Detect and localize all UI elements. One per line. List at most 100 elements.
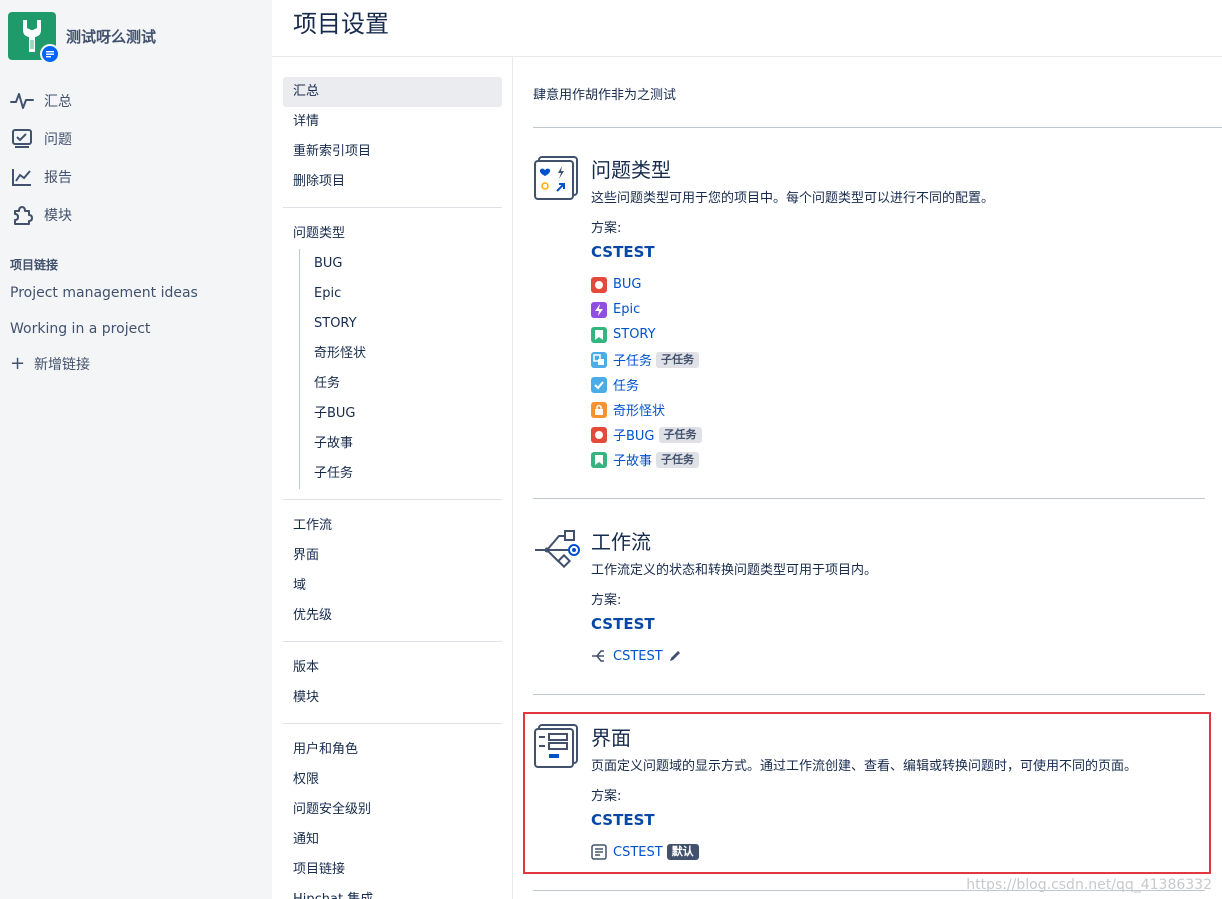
project-link-item[interactable]: Working in a project bbox=[10, 321, 150, 337]
issue-types-title: 问题类型 bbox=[591, 158, 671, 182]
nav-item-label: 模块 bbox=[44, 208, 72, 224]
page-title: 项目设置 bbox=[293, 10, 389, 38]
issue-type-item[interactable]: STORY bbox=[591, 322, 1211, 347]
add-link-button[interactable]: + 新增链接 bbox=[10, 354, 90, 374]
project-type-badge-icon bbox=[40, 44, 60, 64]
issue-types-section-icon bbox=[533, 156, 579, 202]
subtask-icon bbox=[591, 351, 607, 368]
subtask-lozenge: 子任务 bbox=[656, 351, 700, 368]
menu-subitem-issue-type[interactable]: 子任务 bbox=[300, 459, 502, 489]
nav-item-reports[interactable]: 报告 bbox=[0, 158, 272, 196]
menu-divider bbox=[283, 499, 502, 500]
menu-item-notifications[interactable]: 通知 bbox=[283, 825, 502, 855]
project-description: 肆意用作胡作非为之测试 bbox=[533, 88, 677, 103]
issue-type-item[interactable]: 子BUG 子任务 bbox=[591, 422, 1211, 447]
menu-item-project-links[interactable]: 项目链接 bbox=[283, 855, 502, 885]
menu-item-screens[interactable]: 界面 bbox=[283, 541, 502, 571]
menu-subitem-issue-type[interactable]: 任务 bbox=[300, 369, 502, 399]
menu-divider-vertical bbox=[512, 56, 513, 899]
nav-item-label: 问题 bbox=[44, 132, 72, 148]
menu-item-components[interactable]: 模块 bbox=[283, 683, 502, 713]
menu-subitem-issue-type[interactable]: 子BUG bbox=[300, 399, 502, 429]
menu-item-workflows[interactable]: 工作流 bbox=[283, 511, 502, 541]
watermark: https://blog.csdn.net/qq_41386332 bbox=[966, 877, 1212, 893]
epic-icon bbox=[591, 301, 607, 318]
menu-divider bbox=[283, 207, 502, 208]
issue-type-label: BUG bbox=[613, 277, 642, 292]
project-links-title: 项目链接 bbox=[10, 258, 59, 272]
menu-subitem-issue-type[interactable]: Epic bbox=[300, 279, 502, 309]
menu-issue-types-submenu: BUG Epic STORY 奇形怪状 任务 子BUG 子故事 子任务 bbox=[299, 249, 502, 489]
menu-item-permissions[interactable]: 权限 bbox=[283, 765, 502, 795]
menu-item-users-roles[interactable]: 用户和角色 bbox=[283, 735, 502, 765]
nav-item-components[interactable]: 模块 bbox=[0, 196, 272, 234]
issue-type-item[interactable]: BUG bbox=[591, 272, 1211, 297]
subtask-lozenge: 子任务 bbox=[658, 426, 702, 443]
menu-item-priorities[interactable]: 优先级 bbox=[283, 601, 502, 631]
menu-subitem-issue-type[interactable]: 奇形怪状 bbox=[300, 339, 502, 369]
issue-type-label: 子任务 bbox=[613, 354, 653, 369]
menu-subitem-issue-type[interactable]: STORY bbox=[300, 309, 502, 339]
add-link-label: 新增链接 bbox=[34, 357, 90, 373]
menu-item-reindex[interactable]: 重新索引项目 bbox=[283, 137, 502, 167]
workflow-scheme-link[interactable]: CSTEST bbox=[591, 614, 1211, 634]
task-icon bbox=[591, 376, 607, 393]
issue-type-item[interactable]: Epic bbox=[591, 297, 1211, 322]
settings-menu: 汇总 详情 重新索引项目 删除项目 问题类型 BUG Epic STORY 奇形… bbox=[283, 77, 502, 899]
menu-item-details[interactable]: 详情 bbox=[283, 107, 502, 137]
issue-type-label: STORY bbox=[613, 327, 656, 342]
menu-item-issue-security[interactable]: 问题安全级别 bbox=[283, 795, 502, 825]
title-divider bbox=[272, 56, 1222, 57]
plus-icon: + bbox=[10, 353, 26, 374]
project-avatar[interactable] bbox=[8, 12, 60, 64]
scheme-label: 方案: bbox=[591, 221, 622, 236]
section-divider bbox=[533, 694, 1205, 695]
nav-item-summary[interactable]: 汇总 bbox=[0, 82, 272, 120]
workflow-small-icon bbox=[591, 649, 607, 663]
workflow-item-label: CSTEST bbox=[613, 648, 663, 664]
project-link-item[interactable]: Project management ideas bbox=[10, 285, 198, 301]
menu-item-issue-types[interactable]: 问题类型 bbox=[283, 219, 502, 249]
issue-type-label: 奇形怪状 bbox=[613, 404, 666, 419]
issue-type-label: 子BUG bbox=[613, 429, 655, 444]
lock-icon bbox=[591, 401, 607, 418]
issue-types-desc: 这些问题类型可用于您的项目中。每个问题类型可以进行不同的配置。 bbox=[591, 191, 995, 206]
activity-icon bbox=[10, 89, 34, 113]
story-icon bbox=[591, 451, 607, 468]
menu-subitem-issue-type[interactable]: BUG bbox=[300, 249, 502, 279]
menu-item-hipchat[interactable]: Hipchat 集成 bbox=[283, 885, 502, 899]
menu-item-versions[interactable]: 版本 bbox=[283, 653, 502, 683]
edit-pencil-icon[interactable] bbox=[668, 649, 682, 663]
workflow-title: 工作流 bbox=[591, 530, 651, 554]
workflow-desc: 工作流定义的状态和转换问题类型可用于项目内。 bbox=[591, 563, 878, 578]
issue-type-scheme-link[interactable]: CSTEST bbox=[591, 242, 1211, 262]
scheme-label: 方案: bbox=[591, 593, 622, 608]
project-name[interactable]: 测试呀么测试 bbox=[66, 26, 156, 47]
workflow-item[interactable]: CSTEST bbox=[591, 646, 1211, 666]
puzzle-icon bbox=[10, 203, 34, 227]
issue-type-item[interactable]: 任务 bbox=[591, 372, 1211, 397]
project-sidebar: 测试呀么测试 汇总 问题 报告 模块 项目链接 Project manageme… bbox=[0, 0, 272, 899]
bug-icon bbox=[591, 276, 607, 293]
menu-item-summary[interactable]: 汇总 bbox=[283, 77, 502, 107]
issue-type-label: Epic bbox=[613, 302, 641, 317]
project-header[interactable]: 测试呀么测试 bbox=[8, 12, 156, 64]
issue-type-item[interactable]: 子故事 子任务 bbox=[591, 447, 1211, 472]
menu-item-delete-project[interactable]: 删除项目 bbox=[283, 167, 502, 197]
screens-highlight-box bbox=[523, 712, 1211, 874]
issue-type-item[interactable]: 奇形怪状 bbox=[591, 397, 1211, 422]
menu-subitem-issue-type[interactable]: 子故事 bbox=[300, 429, 502, 459]
issue-type-label: 子故事 bbox=[613, 454, 653, 469]
section-divider bbox=[533, 498, 1205, 499]
issues-icon bbox=[10, 127, 34, 151]
story-icon bbox=[591, 326, 607, 343]
issue-type-list: BUG Epic STORY 子任务 子任务 任务 奇形怪状 子BUG 子任务 … bbox=[591, 272, 1211, 472]
subtask-lozenge: 子任务 bbox=[656, 451, 700, 468]
nav-item-label: 汇总 bbox=[44, 94, 72, 110]
nav-item-label: 报告 bbox=[44, 170, 72, 186]
project-nav: 汇总 问题 报告 模块 bbox=[0, 82, 272, 234]
menu-divider bbox=[283, 641, 502, 642]
nav-item-issues[interactable]: 问题 bbox=[0, 120, 272, 158]
issue-type-item[interactable]: 子任务 子任务 bbox=[591, 347, 1211, 372]
menu-item-fields[interactable]: 域 bbox=[283, 571, 502, 601]
